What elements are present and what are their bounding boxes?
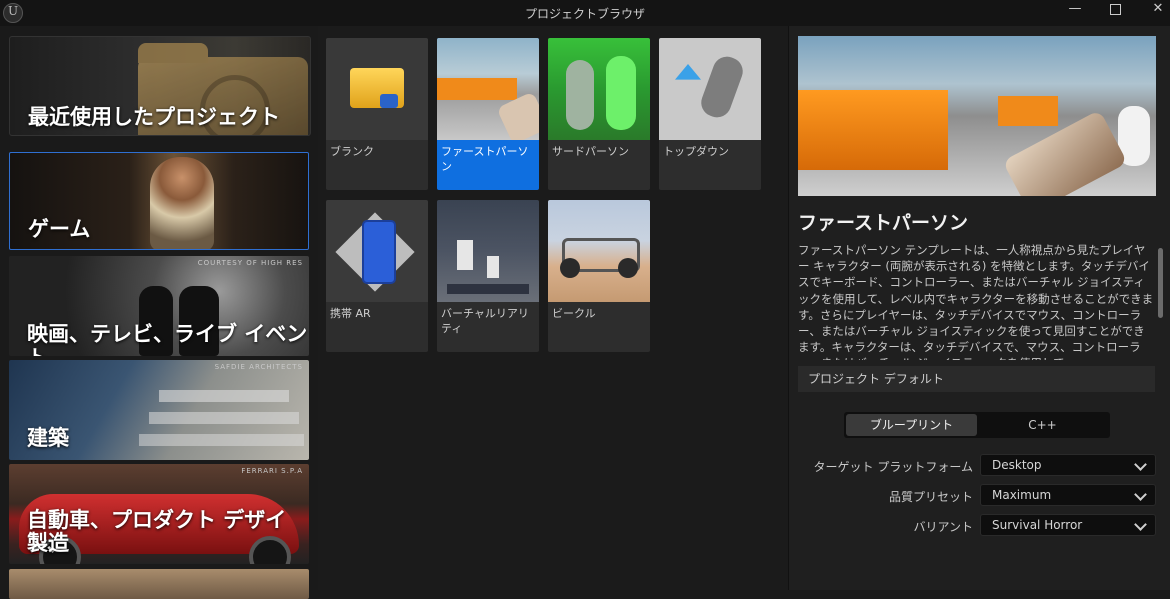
wheel-image bbox=[618, 258, 638, 278]
language-toggle: ブループリント C++ bbox=[844, 412, 1110, 438]
blueprint-option[interactable]: ブループリント bbox=[846, 414, 977, 436]
template-label: ブランク bbox=[330, 145, 374, 158]
title-bar: U プロジェクトブラウザ — ✕ bbox=[0, 0, 1170, 26]
maximize-button[interactable] bbox=[1095, 0, 1135, 22]
category-automotive[interactable]: FERRARI S.P.A 自動車、プロダクト デザイン、 製造 bbox=[9, 464, 309, 564]
target-platform-label: ターゲット プラットフォーム bbox=[813, 460, 973, 474]
template-virtual-reality[interactable]: バーチャルリアリティ bbox=[437, 200, 539, 352]
template-label: トップダウン bbox=[663, 145, 729, 158]
floor-image bbox=[447, 284, 529, 294]
building-image bbox=[149, 412, 299, 424]
quality-preset-dropdown[interactable]: Maximum bbox=[980, 484, 1156, 506]
recent-projects-label: 最近使用したプロジェクト bbox=[28, 105, 280, 129]
template-label: 携帯 AR bbox=[330, 307, 371, 320]
template-first-person[interactable]: ファーストパーソン bbox=[437, 38, 539, 190]
orange-block bbox=[437, 78, 517, 100]
chevron-down-icon bbox=[1134, 518, 1147, 531]
template-top-down[interactable]: トップダウン bbox=[659, 38, 761, 190]
template-title: ファーストパーソン bbox=[798, 212, 969, 234]
quality-preset-label: 品質プリセット bbox=[888, 490, 973, 504]
recent-projects-tile[interactable]: 最近使用したプロジェクト bbox=[9, 36, 311, 136]
image-credit: FERRARI S.P.A bbox=[241, 467, 303, 475]
template-third-person[interactable]: サードパーソン bbox=[548, 38, 650, 190]
variant-label: バリアント bbox=[913, 520, 973, 534]
mannequin-image bbox=[566, 60, 594, 130]
window-title: プロジェクトブラウザ bbox=[524, 7, 645, 21]
chevron-down-icon bbox=[1134, 488, 1147, 501]
block-image bbox=[457, 240, 473, 270]
orange-wall bbox=[798, 90, 948, 170]
template-thumbnail bbox=[659, 38, 761, 140]
template-detail-panel: ファーストパーソン ファーストパーソン テンプレートは、一人称視点から見たプレイ… bbox=[788, 26, 1170, 590]
joystick-icon bbox=[380, 94, 398, 108]
maximize-icon bbox=[1109, 4, 1121, 15]
project-defaults-header[interactable]: プロジェクト デフォルト bbox=[798, 366, 1155, 392]
category-automotive-label-2: 製造 bbox=[27, 531, 69, 555]
target-platform-dropdown[interactable]: Desktop bbox=[980, 454, 1156, 476]
category-architecture-label: 建築 bbox=[27, 426, 69, 450]
template-thumbnail bbox=[548, 200, 650, 302]
template-thumbnail bbox=[437, 38, 539, 140]
category-automotive-label-1: 自動車、プロダクト デザイン、 bbox=[27, 508, 287, 556]
template-label: サードパーソン bbox=[552, 145, 629, 158]
category-game[interactable]: ゲーム bbox=[9, 152, 309, 250]
template-thumbnail bbox=[326, 200, 428, 302]
template-thumbnail bbox=[548, 38, 650, 140]
category-architecture[interactable]: SAFDIE ARCHITECTS 建築 bbox=[9, 360, 309, 460]
template-label: ファーストパーソン bbox=[441, 145, 529, 173]
quality-preset-value: Maximum bbox=[992, 488, 1052, 502]
mannequin-image bbox=[697, 52, 747, 122]
cpp-option[interactable]: C++ bbox=[977, 414, 1108, 436]
block-image bbox=[487, 256, 499, 278]
template-thumbnail bbox=[437, 200, 539, 302]
close-button[interactable]: ✕ bbox=[1138, 0, 1170, 22]
template-blank[interactable]: ブランク bbox=[326, 38, 428, 190]
target-platform-value: Desktop bbox=[992, 458, 1042, 472]
template-thumbnail bbox=[326, 38, 428, 140]
image-credit: SAFDIE ARCHITECTS bbox=[214, 363, 303, 371]
category-game-label: ゲーム bbox=[28, 217, 91, 241]
minimize-button[interactable]: — bbox=[1055, 0, 1095, 22]
category-film-label: 映画、テレビ、ライブ イベント bbox=[27, 322, 308, 356]
wheel-image bbox=[560, 258, 580, 278]
image-credit: COURTESY OF HIGH RES bbox=[197, 259, 303, 267]
chevron-down-icon bbox=[1134, 458, 1147, 471]
building-image bbox=[139, 434, 304, 446]
category-more[interactable] bbox=[9, 569, 309, 599]
template-description: ファーストパーソン テンプレートは、一人称視点から見たプレイヤー キャラクター … bbox=[798, 243, 1154, 360]
arrows-icon bbox=[675, 64, 701, 80]
category-panel: 最近使用したプロジェクト ゲーム COURTESY OF HIGH RES 映画… bbox=[0, 26, 318, 599]
description-scrollbar[interactable] bbox=[1158, 248, 1163, 318]
template-vehicle[interactable]: ビークル bbox=[548, 200, 650, 352]
mannequin-image bbox=[606, 56, 636, 130]
building-image bbox=[159, 390, 289, 402]
template-label: バーチャルリアリティ bbox=[441, 307, 529, 335]
template-label: ビークル bbox=[552, 307, 596, 320]
variant-dropdown[interactable]: Survival Horror bbox=[980, 514, 1156, 536]
template-handheld-ar[interactable]: 携帯 AR bbox=[326, 200, 428, 352]
orange-wall bbox=[998, 96, 1058, 126]
template-grid: ブランク ファーストパーソン サードパーソン トップダウン 携帯 AR バーチャ… bbox=[318, 26, 788, 590]
character-image bbox=[150, 157, 214, 249]
template-preview-image bbox=[798, 36, 1156, 196]
phone-icon bbox=[362, 220, 396, 284]
category-film[interactable]: COURTESY OF HIGH RES 映画、テレビ、ライブ イベント bbox=[9, 256, 309, 356]
variant-value: Survival Horror bbox=[992, 518, 1083, 532]
